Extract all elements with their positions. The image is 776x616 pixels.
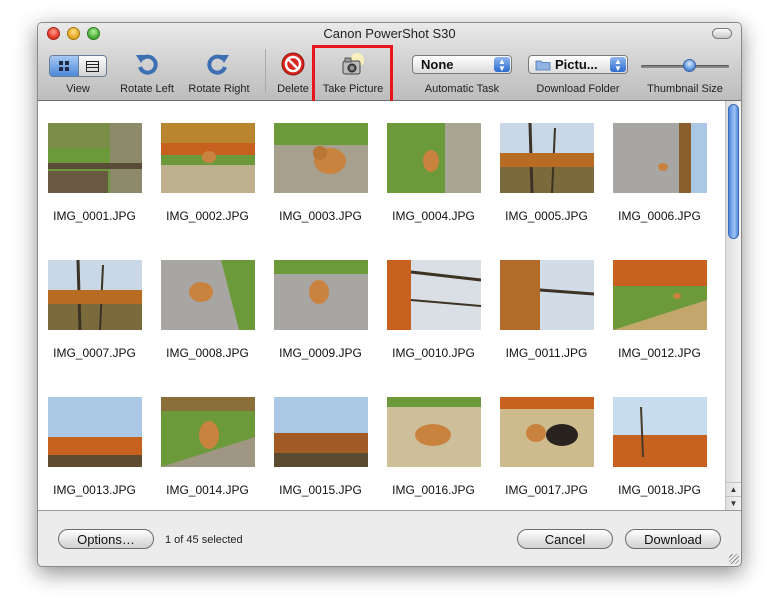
photo-thumbnail[interactable] [613, 260, 707, 330]
photo-filename: IMG_0013.JPG [53, 483, 136, 497]
photo-image [48, 123, 142, 193]
delete-icon [281, 52, 305, 76]
photo-image [48, 260, 142, 330]
photo-image [613, 260, 707, 330]
vertical-scrollbar[interactable]: ▲ ▼ [725, 101, 741, 510]
list-view-button[interactable] [79, 56, 107, 76]
camera-import-window: Canon PowerShot S30 View Rotate Left Rot… [37, 22, 742, 567]
photo-thumbnail[interactable] [500, 260, 594, 330]
photo-thumbnail[interactable] [274, 397, 368, 467]
photo-filename: IMG_0007.JPG [53, 346, 136, 360]
photo-thumbnail[interactable] [500, 397, 594, 467]
rotate-right-button[interactable] [205, 51, 231, 82]
view-label: View [66, 83, 90, 95]
window-title: Canon PowerShot S30 [323, 26, 456, 41]
selection-status: 1 of 45 selected [165, 534, 243, 546]
photo-thumbnail[interactable] [613, 123, 707, 193]
photo-filename: IMG_0006.JPG [618, 209, 701, 223]
photo-image [500, 397, 594, 467]
photo-image [387, 397, 481, 467]
photo-image [48, 397, 142, 467]
photo-thumbnail[interactable] [387, 123, 481, 193]
options-button[interactable]: Options… [58, 529, 154, 549]
thumbnail-size-label: Thumbnail Size [647, 83, 723, 95]
photo-thumbnail[interactable] [500, 123, 594, 193]
photo-thumbnail[interactable] [48, 260, 142, 330]
stepper-arrows-icon: ▲ ▼ [494, 57, 510, 72]
photo-thumbnail[interactable] [161, 397, 255, 467]
toolbar-toggle-button[interactable] [712, 28, 732, 39]
photo-filename: IMG_0012.JPG [618, 346, 701, 360]
photo-image [387, 260, 481, 330]
scroll-up-arrow[interactable]: ▲ [726, 482, 741, 496]
photo-image [161, 397, 255, 467]
scrollbar-thumb[interactable] [728, 104, 739, 239]
rotate-right-icon [207, 54, 229, 75]
photo-image [161, 260, 255, 330]
photo-filename: IMG_0017.JPG [505, 483, 588, 497]
photo-image [161, 123, 255, 193]
rotate-left-label: Rotate Left [120, 83, 174, 95]
photo-filename: IMG_0003.JPG [279, 209, 362, 223]
photo-browser: ▲ ▼ IMG_0001.JPG IMG_0002.JPG IMG_0003.JPG… [38, 101, 741, 511]
photo-thumbnail[interactable] [387, 397, 481, 467]
folder-icon [535, 60, 551, 70]
photo-thumbnail[interactable] [274, 260, 368, 330]
photo-image [387, 123, 481, 193]
photo-filename: IMG_0018.JPG [618, 483, 701, 497]
photo-thumbnail[interactable] [48, 397, 142, 467]
photo-image [500, 260, 594, 330]
photo-image [500, 123, 594, 193]
delete-button[interactable] [280, 51, 306, 82]
photo-filename: IMG_0014.JPG [166, 483, 249, 497]
photo-filename: IMG_0008.JPG [166, 346, 249, 360]
stepper-arrows-icon: ▲ ▼ [610, 57, 626, 72]
rotate-right-label: Rotate Right [188, 83, 250, 95]
list-icon [85, 60, 99, 72]
photo-image [613, 397, 707, 467]
download-folder-value: Pictu... [555, 57, 598, 72]
toolbar-divider [265, 49, 266, 93]
photo-thumbnail[interactable] [161, 123, 255, 193]
photo-image [274, 397, 368, 467]
photo-thumbnail[interactable] [613, 397, 707, 467]
thumbnail-size-knob[interactable] [683, 59, 697, 72]
photo-thumbnail[interactable] [274, 123, 368, 193]
rotate-left-icon [136, 54, 158, 75]
rotate-left-button[interactable] [134, 51, 160, 82]
photo-filename: IMG_0001.JPG [53, 209, 136, 223]
photo-filename: IMG_0002.JPG [166, 209, 249, 223]
automatic-task-dropdown[interactable]: None ▲ ▼ [412, 55, 512, 74]
scroll-down-arrow[interactable]: ▼ [726, 496, 741, 510]
photo-filename: IMG_0010.JPG [392, 346, 475, 360]
photo-filename: IMG_0005.JPG [505, 209, 588, 223]
photo-thumbnail[interactable] [387, 260, 481, 330]
automatic-task-label: Automatic Task [424, 83, 500, 95]
photo-filename: IMG_0016.JPG [392, 483, 475, 497]
photo-thumbnail[interactable] [48, 123, 142, 193]
photo-filename: IMG_0004.JPG [392, 209, 475, 223]
download-folder-dropdown[interactable]: Pictu... ▲ ▼ [528, 55, 628, 74]
photo-image [274, 260, 368, 330]
view-mode-segmented-control[interactable] [49, 55, 107, 77]
download-folder-label: Download Folder [536, 83, 620, 95]
delete-label: Delete [277, 83, 309, 95]
automatic-task-value: None [421, 57, 454, 72]
photo-thumbnail[interactable] [161, 260, 255, 330]
resize-grip-icon[interactable] [729, 554, 739, 564]
photo-image [274, 123, 368, 193]
take-picture-highlight [312, 45, 393, 104]
unified-toolbar: Canon PowerShot S30 View Rotate Left Rot… [38, 23, 741, 104]
download-button[interactable]: Download [625, 529, 721, 549]
grid-icon [58, 61, 69, 71]
photo-image [613, 123, 707, 193]
icon-view-button[interactable] [50, 56, 79, 76]
cancel-button[interactable]: Cancel [517, 529, 613, 549]
photo-filename: IMG_0015.JPG [279, 483, 362, 497]
photo-filename: IMG_0009.JPG [279, 346, 362, 360]
photo-filename: IMG_0011.JPG [505, 346, 588, 360]
